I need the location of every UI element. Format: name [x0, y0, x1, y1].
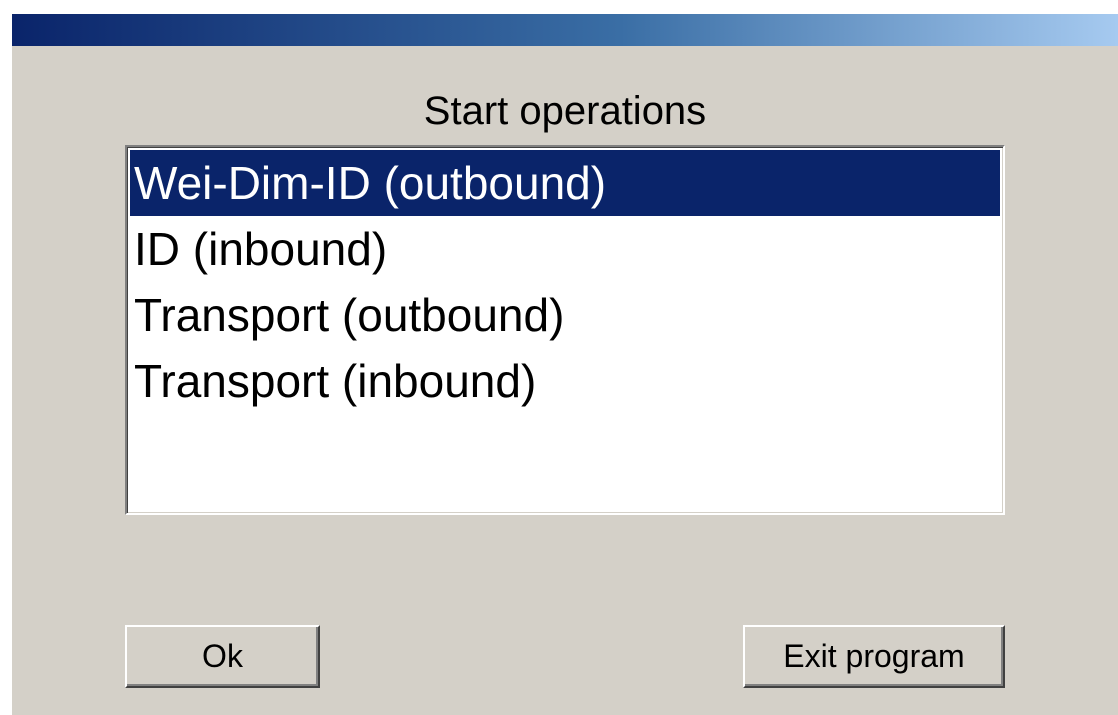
list-item-transport-outbound[interactable]: Transport (outbound): [130, 282, 1000, 348]
list-item-id-inbound[interactable]: ID (inbound): [130, 216, 1000, 282]
exit-program-button[interactable]: Exit program: [743, 625, 1005, 688]
dialog-heading: Start operations: [423, 89, 707, 133]
ok-button[interactable]: Ok: [125, 625, 320, 688]
start-operations-dialog: Start operations Wei-Dim-ID (outbound) I…: [12, 14, 1118, 715]
list-item-wei-dim-id-outbound[interactable]: Wei-Dim-ID (outbound): [130, 150, 1000, 216]
title-bar[interactable]: [12, 14, 1118, 46]
list-item-transport-inbound[interactable]: Transport (inbound): [130, 348, 1000, 414]
operations-listbox[interactable]: Wei-Dim-ID (outbound) ID (inbound) Trans…: [125, 145, 1005, 515]
